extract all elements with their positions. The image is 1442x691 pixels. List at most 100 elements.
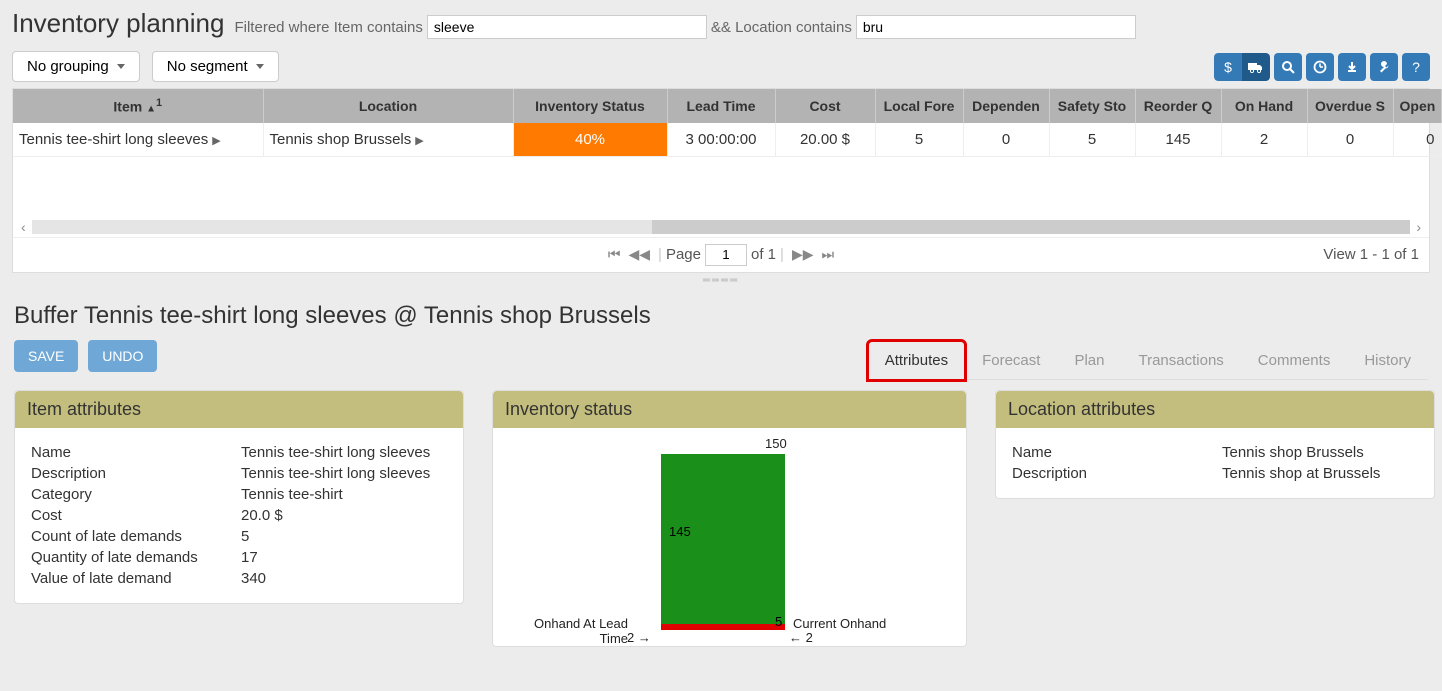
first-page-button[interactable]: ⏮ [604, 246, 625, 263]
save-button[interactable]: SAVE [14, 340, 78, 372]
grid-header-row: Item ▲1 Location Inventory Status Lead T… [13, 89, 1441, 123]
chart-bar-red [661, 624, 785, 630]
inventory-chart: 150 145 5 Onhand At Lead Time 2 → Curren… [511, 436, 948, 646]
caret-right-icon[interactable]: ▶ [415, 134, 423, 147]
col-overdue[interactable]: Overdue S [1307, 89, 1393, 123]
col-open[interactable]: Open [1393, 89, 1441, 123]
chart-left-caption: Onhand At Lead Time [511, 616, 628, 646]
cell-inventory-status: 40% [513, 123, 667, 157]
tab-comments[interactable]: Comments [1241, 341, 1348, 380]
segment-label: No segment [167, 58, 248, 75]
attr-label: Value of late demand [31, 570, 241, 587]
scrollbar-thumb[interactable] [32, 220, 652, 234]
page-of: of 1 [751, 246, 776, 263]
chart-right-caption: Current Onhand [793, 616, 886, 631]
col-safety-stock[interactable]: Safety Sto [1049, 89, 1135, 123]
cell-cost: 20.00 $ [775, 123, 875, 157]
tab-attributes[interactable]: Attributes [868, 341, 965, 380]
col-lead-time[interactable]: Lead Time [667, 89, 775, 123]
attr-label: Description [31, 465, 241, 482]
attr-value: Tennis tee-shirt [241, 486, 447, 503]
grouping-dropdown[interactable]: No grouping [12, 51, 140, 82]
scrollbar-track[interactable] [32, 220, 1411, 234]
last-page-button[interactable]: ⏭ [817, 246, 838, 263]
attr-value: 340 [241, 570, 447, 587]
page-header: Inventory planning Filtered where Item c… [0, 0, 1442, 45]
col-on-hand[interactable]: On Hand [1221, 89, 1307, 123]
sort-arrow-icon: ▲ [146, 104, 156, 115]
attr-row: NameTennis tee-shirt long sleeves [31, 442, 447, 463]
attr-label: Cost [31, 507, 241, 524]
attr-label: Name [31, 444, 241, 461]
attr-label: Category [31, 486, 241, 503]
chart-right-value: ← 2 [789, 630, 813, 645]
attr-row: Count of late demands5 [31, 526, 447, 547]
tab-plan[interactable]: Plan [1057, 341, 1121, 380]
chart-bar-green [661, 454, 785, 624]
chart-top-label: 150 [765, 436, 787, 451]
horizontal-scrollbar[interactable]: ‹ › [13, 217, 1429, 237]
filter-location-input[interactable] [856, 15, 1136, 39]
location-attributes-panel: Location attributes NameTennis shop Brus… [995, 390, 1435, 499]
page-input[interactable] [705, 244, 747, 266]
undo-button[interactable]: UNDO [88, 340, 157, 372]
col-reorder-qty[interactable]: Reorder Q [1135, 89, 1221, 123]
caret-right-icon[interactable]: ▶ [212, 134, 220, 147]
tab-transactions[interactable]: Transactions [1121, 341, 1240, 380]
attr-label: Count of late demands [31, 528, 241, 545]
attr-label: Name [1012, 444, 1222, 461]
currency-truck-toggle: $ [1214, 53, 1270, 81]
attr-row: DescriptionTennis shop at Brussels [1012, 463, 1418, 484]
col-cost[interactable]: Cost [775, 89, 875, 123]
attr-value: 17 [241, 549, 447, 566]
attr-label: Quantity of late demands [31, 549, 241, 566]
tab-forecast[interactable]: Forecast [965, 341, 1057, 380]
help-button[interactable]: ? [1402, 53, 1430, 81]
filter-prefix: Filtered where Item contains [234, 19, 422, 36]
filter-item-input[interactable] [427, 15, 707, 39]
prev-page-button[interactable]: ◀◀ [625, 246, 655, 263]
currency-button[interactable]: $ [1214, 53, 1242, 81]
scroll-left-icon[interactable]: ‹ [19, 219, 28, 235]
wrench-button[interactable] [1370, 53, 1398, 81]
pager: ⏮ ◀◀ | Page of 1 | ▶▶ ⏭ View 1 - 1 of 1 [13, 237, 1429, 272]
attr-row: DescriptionTennis tee-shirt long sleeves [31, 463, 447, 484]
cell-safety-stock: 5 [1049, 123, 1135, 157]
cell-open: 0 [1393, 123, 1441, 157]
panel-title: Item attributes [15, 391, 463, 428]
scroll-right-icon[interactable]: › [1414, 219, 1423, 235]
col-item[interactable]: Item ▲1 [13, 89, 263, 123]
caret-down-icon [256, 64, 264, 69]
item-attributes-panel: Item attributes NameTennis tee-shirt lon… [14, 390, 464, 604]
detail-tabs: Attributes Forecast Plan Transactions Co… [868, 340, 1428, 380]
cell-dependent: 0 [963, 123, 1049, 157]
cell-local-forecast: 5 [875, 123, 963, 157]
download-icon [1345, 60, 1359, 74]
truck-button[interactable] [1242, 53, 1270, 81]
table-row[interactable]: Tennis tee-shirt long sleeves▶ Tennis sh… [13, 123, 1441, 157]
download-button[interactable] [1338, 53, 1366, 81]
attr-value: Tennis tee-shirt long sleeves [241, 444, 447, 461]
clock-button[interactable] [1306, 53, 1334, 81]
page-title: Inventory planning [12, 8, 224, 39]
attr-value: 5 [241, 528, 447, 545]
cell-item: Tennis tee-shirt long sleeves▶ [13, 123, 263, 157]
clock-icon [1313, 60, 1327, 74]
attr-row: NameTennis shop Brussels [1012, 442, 1418, 463]
cell-lead-time: 3 00:00:00 [667, 123, 775, 157]
attr-value: 20.0 $ [241, 507, 447, 524]
next-page-button[interactable]: ▶▶ [788, 246, 818, 263]
resize-handle[interactable]: ════ [0, 273, 1442, 288]
segment-dropdown[interactable]: No segment [152, 51, 279, 82]
col-location[interactable]: Location [263, 89, 513, 123]
tab-history[interactable]: History [1347, 341, 1428, 380]
caret-down-icon [117, 64, 125, 69]
search-button[interactable] [1274, 53, 1302, 81]
attr-value: Tennis shop Brussels [1222, 444, 1418, 461]
inventory-grid: Item ▲1 Location Inventory Status Lead T… [12, 88, 1430, 273]
chart-red-label: 5 [775, 614, 782, 629]
attr-row: Quantity of late demands17 [31, 547, 447, 568]
col-dependent[interactable]: Dependen [963, 89, 1049, 123]
col-local-forecast[interactable]: Local Fore [875, 89, 963, 123]
col-inventory-status[interactable]: Inventory Status [513, 89, 667, 123]
